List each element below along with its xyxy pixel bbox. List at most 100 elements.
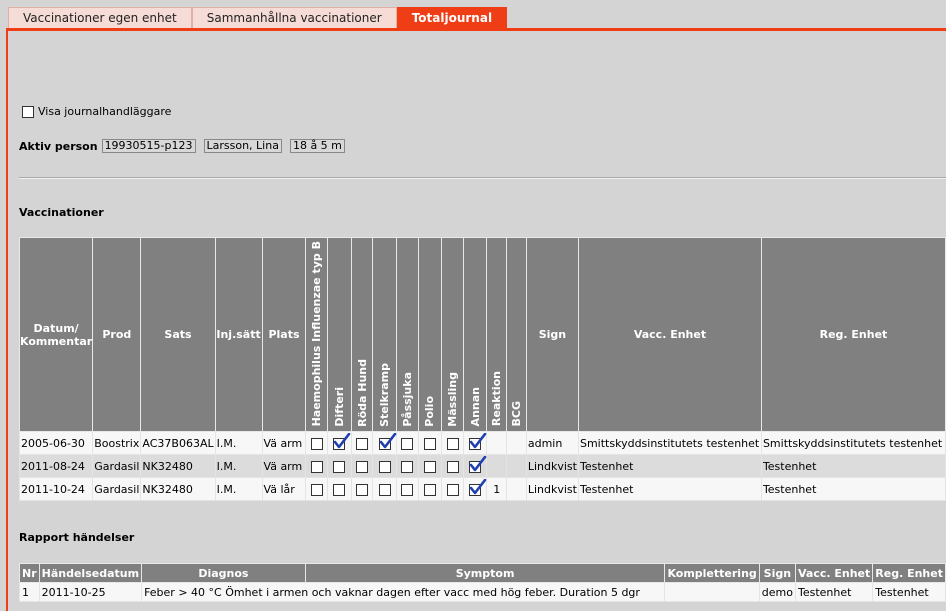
col-report-vacc-enhet[interactable]: Vacc. Enhet: [794, 563, 874, 583]
vaccine-checkbox[interactable]: [469, 478, 487, 496]
col-komplettering[interactable]: Komplettering: [664, 563, 760, 583]
vaccine-checkbox[interactable]: [333, 460, 346, 473]
col-prod[interactable]: Prod: [92, 237, 142, 432]
col-annan[interactable]: Annan: [462, 237, 488, 432]
vaccine-checkbox[interactable]: [469, 432, 487, 450]
cell-reg_enhet: Testenhet: [872, 582, 946, 602]
col-injsatt[interactable]: Inj.sätt: [214, 237, 263, 432]
col-report-sign[interactable]: Sign: [758, 563, 796, 583]
cell-vaccine: [372, 454, 397, 478]
cell-nr: 1: [19, 582, 40, 602]
cell-vaccine: [305, 477, 329, 501]
cell-datum: 2011-10-25: [38, 582, 143, 602]
col-sats[interactable]: Sats: [140, 237, 216, 432]
col-report-reg-enhet[interactable]: Reg. Enhet: [872, 563, 946, 583]
active-person: Aktiv person 19930515-p123 Larsson, Lina…: [19, 139, 353, 153]
person-age-field: 18 å 5 m: [289, 139, 345, 153]
col-diagnos[interactable]: Diagnos: [141, 563, 306, 583]
vaccine-checkbox[interactable]: [333, 483, 346, 496]
tab-vaccinationer-egen-enhet[interactable]: Vaccinationer egen enhet: [8, 7, 192, 28]
cell-sign: Lindkvist: [525, 477, 579, 501]
col-hib[interactable]: Haemophilus Influenzae typ B: [305, 237, 329, 432]
vaccine-checkbox[interactable]: [469, 455, 487, 473]
vaccine-checkbox[interactable]: [356, 437, 368, 450]
cell-vaccine: [441, 431, 464, 455]
vaccine-checkbox[interactable]: [378, 432, 396, 450]
table-row[interactable]: 2011-10-24 Gardasil NK32480 I.M. Vä lår 1 Lind…: [18, 477, 946, 501]
col-massling[interactable]: Mässling: [441, 237, 464, 432]
cell-sats: NK32480: [140, 454, 216, 478]
col-datum[interactable]: Datum/ Kommentar: [18, 237, 94, 432]
cell-sats: AC37B063AL: [140, 431, 216, 455]
col-roda-hund[interactable]: Röda Hund: [350, 237, 374, 432]
person-name-field: Larsson, Lina: [203, 139, 282, 153]
show-handlers-checkbox[interactable]: [22, 105, 34, 118]
col-reg-enhet[interactable]: Reg. Enhet: [760, 237, 946, 432]
table-row[interactable]: 1 2011-10-25 Feber > 40 °C Ömhet i armen o…: [19, 582, 946, 602]
checkmark-icon: [469, 455, 487, 471]
col-polio[interactable]: Polio: [417, 237, 443, 432]
cell-vaccine: [417, 431, 443, 455]
cell-vaccine: [372, 477, 397, 501]
col-symptom[interactable]: Symptom: [304, 563, 666, 583]
cell-komplettering: [664, 582, 760, 602]
vaccine-checkbox[interactable]: [378, 483, 391, 496]
col-sign[interactable]: Sign: [525, 237, 579, 432]
col-vacc-enhet[interactable]: Vacc. Enhet: [577, 237, 762, 432]
vaccine-checkbox[interactable]: [378, 460, 391, 473]
table-row[interactable]: 2005-06-30 Boostrix AC37B063AL I.M. Vä arm ad…: [18, 431, 946, 455]
cell-prod: Boostrix: [92, 431, 142, 455]
cell-vaccine: [350, 477, 374, 501]
cell-vaccine: [327, 431, 352, 455]
vaccine-checkbox[interactable]: [401, 483, 414, 496]
vaccine-checkbox[interactable]: [446, 460, 459, 473]
cell-diagnos: Feber > 40 °C Ömhet i armen och vaknar d…: [141, 582, 666, 602]
show-handlers-label: Visa journalhandläggare: [38, 105, 172, 118]
cell-sign: admin: [525, 431, 579, 455]
col-nr[interactable]: Nr: [19, 563, 40, 583]
cell-vacc_enhet: Testenhet: [577, 477, 762, 501]
cell-prod: Gardasil: [92, 454, 142, 478]
vaccine-checkbox[interactable]: [401, 437, 414, 450]
cell-vaccine: [395, 431, 419, 455]
vaccine-checkbox[interactable]: [423, 460, 436, 473]
content-left-border: [6, 28, 8, 611]
cell-vaccine: [395, 454, 419, 478]
col-reaktion[interactable]: Reaktion: [486, 237, 508, 432]
cell-vaccine: [350, 431, 374, 455]
vaccinations-table: Datum/ Kommentar Prod Sats Inj.sätt Plat…: [18, 237, 946, 501]
vaccine-checkbox[interactable]: [401, 460, 414, 473]
vaccine-checkbox[interactable]: [356, 483, 368, 496]
active-person-label: Aktiv person: [19, 139, 98, 153]
show-handlers-row: Visa journalhandläggare: [22, 105, 171, 118]
vaccine-checkbox[interactable]: [446, 483, 459, 496]
col-plats[interactable]: Plats: [261, 237, 307, 432]
cell-vaccine: [395, 477, 419, 501]
cell-sign: demo: [758, 582, 796, 602]
cell-datum: 2011-10-24: [18, 477, 94, 501]
vaccine-checkbox[interactable]: [333, 432, 351, 450]
vaccine-checkbox[interactable]: [446, 437, 459, 450]
vaccine-checkbox[interactable]: [310, 437, 323, 450]
cell-reaktion: 1: [486, 477, 508, 501]
vaccine-checkbox[interactable]: [310, 460, 323, 473]
report-title: Rapport händelser: [19, 531, 135, 544]
vaccinations-title: Vaccinationer: [19, 206, 104, 219]
person-number-field: 19930515-p123: [101, 139, 196, 153]
checkmark-icon: [334, 432, 351, 448]
col-difteri[interactable]: Difteri: [327, 237, 352, 432]
cell-plats: Vä arm: [261, 454, 307, 478]
col-handelsedatum[interactable]: Händelsedatum: [38, 563, 143, 583]
tab-totaljournal[interactable]: Totaljournal: [396, 7, 508, 28]
divider: [19, 177, 946, 179]
col-passjuka[interactable]: Påssjuka: [395, 237, 419, 432]
vaccine-checkbox[interactable]: [356, 460, 368, 473]
table-row[interactable]: 2011-08-24 Gardasil NK32480 I.M. Vä arm Lindk…: [18, 454, 946, 478]
vaccine-checkbox[interactable]: [310, 483, 323, 496]
col-bcg[interactable]: BCG: [506, 237, 527, 432]
vaccine-checkbox[interactable]: [423, 437, 436, 450]
tab-sammanhallna-vaccinationer[interactable]: Sammanhållna vaccinationer: [191, 7, 397, 28]
cell-vaccine: [305, 454, 329, 478]
vaccine-checkbox[interactable]: [423, 483, 436, 496]
col-stelkramp[interactable]: Stelkramp: [372, 237, 397, 432]
